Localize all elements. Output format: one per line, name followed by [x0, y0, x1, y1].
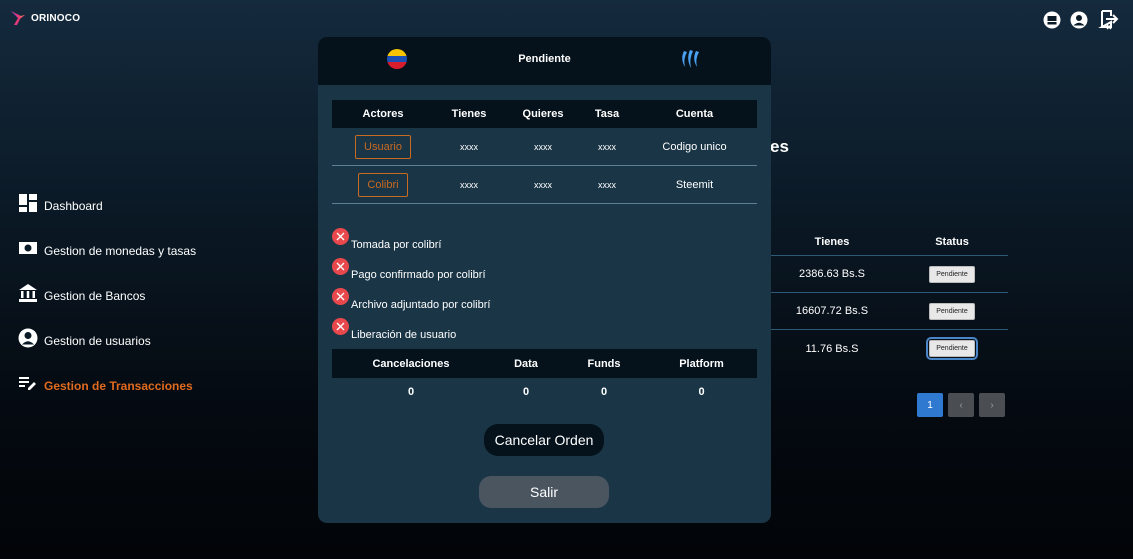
sidebar-item-transacciones[interactable]: Gestion de Transacciones [18, 373, 193, 393]
cell-tienes: 16607.72 Bs.S [795, 305, 869, 317]
cell-tasa: xxxx [598, 141, 616, 152]
step-item: Tomada por colibrí [332, 221, 490, 251]
status-button[interactable]: Pendiente [926, 337, 978, 360]
step-label: Liberación de usuario [351, 329, 457, 341]
error-x-icon [332, 228, 349, 245]
cell-cancelaciones: 0 [407, 386, 415, 398]
cell-platform: 0 [698, 386, 705, 398]
page-title-fragment: es [770, 137, 789, 156]
bank-card-icon[interactable] [1043, 11, 1061, 29]
step-label: Pago confirmado por colibrí [351, 269, 486, 281]
logout-icon[interactable] [1097, 9, 1119, 31]
cancellations-header: Cancelaciones Data Funds Platform [332, 349, 757, 378]
steem-logo-icon [682, 50, 699, 68]
error-x-icon [332, 288, 349, 305]
cell-tasa: xxxx [598, 179, 616, 190]
transaction-modal: Pendiente Actores Tienes Quieres Tasa Cu… [318, 37, 771, 523]
table-row: 2386.63 Bs.S Pendiente [768, 256, 1008, 293]
user-icon [18, 328, 38, 348]
table-row: Usuario xxxx xxxx xxxx Codigo unico [332, 128, 757, 166]
status-button[interactable]: Pendiente [929, 302, 975, 320]
cell-tienes: 11.76 Bs.S [805, 342, 859, 355]
table-row: Colibri xxxx xxxx xxxx Steemit [332, 166, 757, 204]
cell-quieres: xxxx [534, 179, 552, 190]
cell-cuenta: Codigo unico [662, 140, 727, 153]
sidebar-item-bancos[interactable]: Gestion de Bancos [18, 283, 145, 303]
step-item: Archivo adjuntado por colibrí [332, 281, 490, 311]
cell-tienes: xxxx [460, 141, 478, 152]
cell-tienes: 2386.63 Bs.S [798, 268, 866, 280]
sidebar-item-label: Gestion de Bancos [44, 289, 146, 303]
sidebar-item-label: Gestion de usuarios [44, 334, 151, 348]
header-cuenta: Cuenta [675, 108, 714, 120]
sidebar-item-dashboard[interactable]: Dashboard [18, 193, 103, 213]
brand-name: ORINOCO [31, 12, 81, 24]
step-label: Tomada por colibrí [351, 239, 442, 251]
cancel-order-button[interactable]: Cancelar Orden [484, 424, 604, 456]
error-x-icon [332, 318, 349, 335]
exit-button[interactable]: Salir [479, 476, 609, 508]
brand[interactable]: ORINOCO [9, 9, 80, 27]
cell-data: 0 [522, 386, 530, 398]
status-steps: Tomada por colibrí Pago confirmado por c… [332, 221, 490, 341]
sidebar-item-label: Gestion de monedas y tasas [44, 244, 197, 258]
table-header: Tienes Status [768, 228, 1008, 256]
header-funds: Funds [587, 357, 621, 370]
page-button-current[interactable]: 1 [917, 393, 943, 417]
sidebar-item-label: Gestion de Transacciones [44, 379, 193, 393]
edit-list-icon [18, 373, 38, 393]
cell-tienes: xxxx [460, 179, 478, 190]
step-item: Pago confirmado por colibrí [332, 251, 490, 281]
header-data: Data [514, 357, 538, 370]
sidebar-item-label: Dashboard [44, 199, 103, 213]
header-actores: Actores [362, 108, 404, 120]
table-row: 16607.72 Bs.S Pendiente [768, 293, 1008, 330]
sidebar-item-monedas[interactable]: Gestion de monedas y tasas [18, 238, 196, 258]
header-cancelaciones: Cancelaciones [372, 357, 450, 370]
transactions-table: Tienes Status 2386.63 Bs.S Pendiente 166… [768, 228, 1008, 367]
header-tienes: Tienes [814, 235, 850, 248]
step-item: Liberación de usuario [332, 311, 490, 341]
header-status: Status [935, 235, 969, 248]
cancellations-table: Cancelaciones Data Funds Platform 0 0 0 … [332, 349, 757, 406]
bank-icon [18, 283, 38, 303]
pagination: 1 ‹ › [917, 393, 1005, 417]
table-row: 0 0 0 0 [332, 378, 757, 406]
money-icon [18, 238, 38, 258]
cell-funds: 0 [600, 386, 608, 398]
page-prev-button[interactable]: ‹ [948, 393, 974, 417]
cell-quieres: xxxx [534, 141, 552, 152]
table-row: 11.76 Bs.S Pendiente [768, 330, 1008, 367]
cell-cuenta: Steemit [675, 178, 714, 191]
top-icons [1043, 9, 1119, 31]
error-x-icon [332, 258, 349, 275]
actors-table-header: Actores Tienes Quieres Tasa Cuenta [332, 100, 757, 128]
modal-title: Pendiente [518, 53, 571, 65]
dashboard-icon [18, 193, 38, 213]
status-button[interactable]: Pendiente [929, 265, 975, 283]
header-tasa: Tasa [594, 108, 620, 120]
actor-usuario-button[interactable]: Usuario [355, 134, 411, 159]
modal-header: Pendiente [318, 37, 771, 85]
hummingbird-logo-icon [11, 11, 25, 25]
user-circle-icon[interactable] [1070, 11, 1088, 29]
header-platform: Platform [679, 357, 724, 370]
step-label: Archivo adjuntado por colibrí [351, 299, 491, 311]
sidebar-item-usuarios[interactable]: Gestion de usuarios [18, 328, 151, 348]
actor-colibri-button[interactable]: Colibri [358, 172, 408, 197]
header-tienes: Tienes [451, 108, 487, 120]
actors-table: Actores Tienes Quieres Tasa Cuenta Usuar… [332, 100, 757, 204]
header-quieres: Quieres [522, 108, 564, 120]
page-next-button[interactable]: › [979, 393, 1005, 417]
